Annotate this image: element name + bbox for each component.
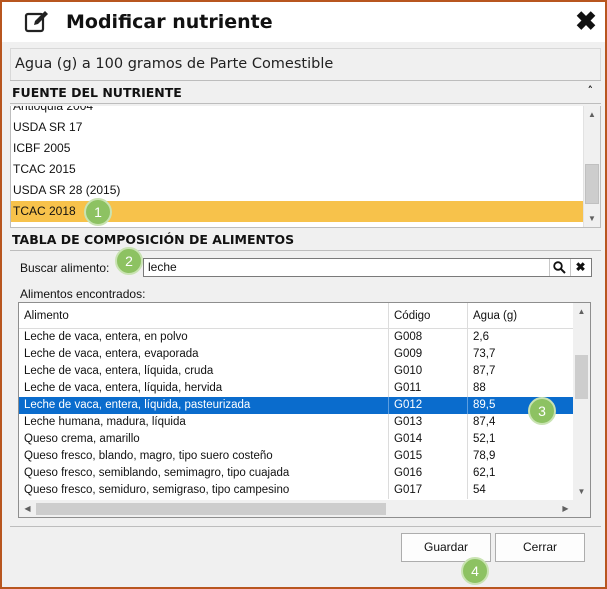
scroll-thumb[interactable]	[36, 503, 386, 515]
table-row[interactable]: Leche de vaca, entera, evaporada G009 73,7	[19, 346, 574, 363]
table-row[interactable]: Queso crema, amarillo G014 52,1	[19, 431, 574, 448]
source-item[interactable]: ICBF 2005	[11, 138, 584, 159]
title-bar: Modificar nutriente ✖	[2, 2, 605, 42]
cell-alimento: Leche de vaca, entera, evaporada	[19, 346, 389, 363]
table-horizontal-scrollbar[interactable]: ◀ ▶	[19, 500, 574, 517]
scroll-up-icon[interactable]: ▲	[573, 303, 590, 320]
step-badge-2: 2	[115, 247, 143, 275]
scrollbar-corner	[573, 500, 590, 517]
source-item[interactable]: Antioquia 2004	[11, 106, 584, 117]
cell-alimento: Queso crema, amarillo	[19, 431, 389, 448]
table-header: Alimento Código Agua (g)	[19, 303, 574, 329]
cell-agua: 54	[473, 484, 486, 496]
table-section-title: TABLA DE COMPOSICIÓN DE ALIMENTOS	[12, 232, 295, 247]
scroll-down-icon[interactable]: ▼	[584, 210, 600, 227]
cell-alimento: Queso fresco, semiblando, semimagro, tip…	[19, 465, 389, 482]
search-icon	[553, 261, 566, 274]
cell-agua: 78,9	[473, 450, 496, 462]
footer-divider	[10, 526, 601, 527]
search-input[interactable]: leche	[143, 258, 592, 277]
cell-alimento: Leche de vaca, entera, en polvo	[19, 329, 389, 346]
edit-icon	[24, 11, 48, 33]
cell-codigo: G015	[389, 448, 468, 465]
table-vertical-scrollbar[interactable]: ▲ ▼	[573, 303, 590, 500]
foods-table[interactable]: Alimento Código Agua (g) Leche de vaca, …	[18, 302, 591, 518]
cell-codigo: G017	[389, 482, 468, 499]
cell-agua: 62,1	[473, 467, 496, 479]
cell-codigo: G010	[389, 363, 468, 380]
search-button[interactable]	[549, 259, 569, 276]
column-header-codigo[interactable]: Código	[389, 303, 468, 329]
sources-section-header: FUENTE DEL NUTRIENTE ˄	[10, 80, 601, 104]
scroll-right-icon[interactable]: ▶	[557, 500, 574, 517]
cell-codigo: G008	[389, 329, 468, 346]
table-row[interactable]: Leche de vaca, entera, líquida, hervida G…	[19, 380, 574, 397]
step-badge-1: 1	[84, 198, 112, 226]
cell-agua: 88	[473, 382, 486, 394]
scroll-thumb[interactable]	[585, 164, 599, 204]
scroll-down-icon[interactable]: ▼	[573, 483, 590, 500]
cell-codigo: G013	[389, 414, 468, 431]
cell-codigo: G011	[389, 380, 468, 397]
step-badge-4: 4	[461, 557, 489, 585]
cell-agua: 73,7	[473, 348, 496, 360]
column-header-alimento[interactable]: Alimento	[19, 303, 389, 329]
column-header-agua[interactable]: Agua (g)	[468, 303, 574, 329]
cell-agua: 89,5	[473, 399, 496, 411]
clear-icon: ✖	[575, 260, 586, 274]
cell-agua: 87,7	[473, 365, 496, 377]
scroll-left-icon[interactable]: ◀	[19, 500, 36, 517]
cell-codigo: G014	[389, 431, 468, 448]
close-icon[interactable]: ✖	[574, 8, 598, 34]
dialog-window: Modificar nutriente ✖ Agua (g) a 100 gra…	[0, 0, 607, 589]
table-row[interactable]: Leche humana, madura, líquida G013 87,4	[19, 414, 574, 431]
cell-codigo: G016	[389, 465, 468, 482]
sources-scrollbar[interactable]: ▲ ▼	[583, 106, 600, 227]
table-row[interactable]: Queso fresco, semiduro, semigraso, tipo …	[19, 482, 574, 499]
cell-codigo: G009	[389, 346, 468, 363]
cell-alimento: Leche de vaca, entera, líquida, hervida	[19, 380, 389, 397]
search-label: Buscar alimento:	[20, 261, 110, 275]
scroll-up-icon[interactable]: ▲	[584, 106, 600, 123]
cell-alimento: Queso fresco, blando, magro, tipo suero …	[19, 448, 389, 465]
cell-codigo: G012	[389, 397, 468, 414]
clear-search-button[interactable]: ✖	[570, 259, 590, 276]
cell-alimento: Leche de vaca, entera, líquida, pasteuri…	[19, 397, 389, 414]
collapse-icon[interactable]: ˄	[588, 84, 594, 97]
step-badge-3: 3	[528, 397, 556, 425]
table-row[interactable]: Queso fresco, blando, magro, tipo suero …	[19, 448, 574, 465]
close-button[interactable]: Cerrar	[495, 533, 585, 562]
scroll-thumb[interactable]	[575, 355, 588, 399]
cell-alimento: Leche de vaca, entera, líquida, cruda	[19, 363, 389, 380]
cell-agua: 87,4	[473, 416, 496, 428]
sources-section-title: FUENTE DEL NUTRIENTE	[12, 85, 182, 100]
table-row[interactable]: Leche de vaca, entera, en polvo G008 2,6	[19, 329, 574, 346]
source-item[interactable]: TCAC 2015	[11, 159, 584, 180]
cell-agua: 2,6	[473, 331, 489, 343]
nutrient-label: Agua (g) a 100 gramos de Parte Comestibl…	[10, 48, 601, 80]
dialog-title: Modificar nutriente	[66, 11, 273, 33]
source-item[interactable]: USDA SR 17	[11, 117, 584, 138]
found-label: Alimentos encontrados:	[20, 287, 146, 301]
table-section-header: TABLA DE COMPOSICIÓN DE ALIMENTOS	[10, 227, 601, 251]
cell-alimento: Leche humana, madura, líquida	[19, 414, 389, 431]
cell-agua: 52,1	[473, 433, 496, 445]
table-row[interactable]: Leche de vaca, entera, líquida, cruda G01…	[19, 363, 574, 380]
cell-alimento: Queso fresco, semiduro, semigraso, tipo …	[19, 482, 389, 499]
table-row[interactable]: Leche de vaca, entera, líquida, pasteuri…	[19, 397, 574, 414]
table-row[interactable]: Queso fresco, semiblando, semimagro, tip…	[19, 465, 574, 482]
